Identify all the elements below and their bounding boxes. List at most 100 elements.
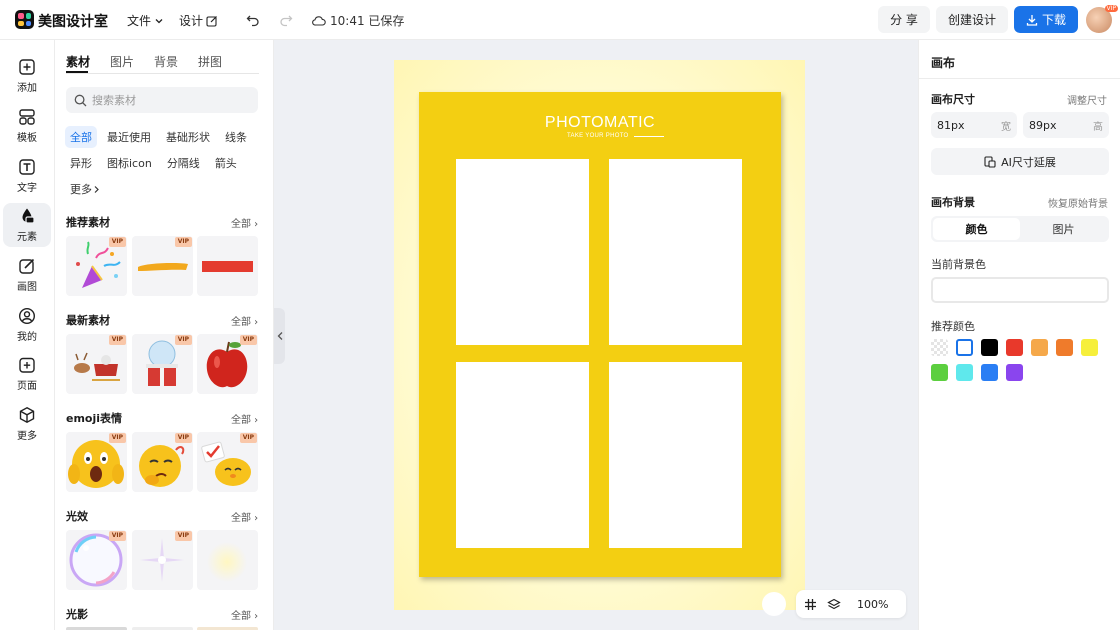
asset-sparkle-star[interactable]: VIP — [132, 530, 193, 590]
asset-reindeer-sleigh[interactable]: VIP — [66, 334, 127, 394]
vip-badge: VIP — [174, 433, 192, 443]
tab-collage[interactable]: 拼图 — [198, 53, 222, 70]
chip-irregular[interactable]: 异形 — [65, 152, 97, 174]
rail-label-more: 更多 — [17, 431, 37, 442]
rail-item-text[interactable]: 文字 — [3, 154, 51, 198]
poster-title[interactable]: PHOTOMATIC — [419, 114, 781, 132]
current-bg-color-field[interactable] — [931, 277, 1109, 303]
tab-divider — [66, 73, 259, 74]
photo-slot-4[interactable] — [609, 362, 742, 548]
soft-glow-icon — [207, 542, 247, 582]
width-value: 81px — [937, 118, 965, 132]
rail-item-draw[interactable]: 画图 — [3, 253, 51, 297]
asset-shocked-emoji[interactable]: VIP — [66, 432, 127, 492]
asset-red-brush[interactable] — [197, 236, 258, 296]
chip-icons[interactable]: 图标icon — [102, 152, 157, 174]
width-field[interactable]: 81px 宽 — [931, 112, 1017, 138]
asset-party-popper[interactable]: VIP — [66, 236, 127, 296]
poster-subtitle-text: TAKE YOUR PHOTO — [567, 133, 629, 139]
redo-button[interactable] — [277, 11, 295, 29]
asset-snow-globe-gift[interactable]: VIP — [132, 334, 193, 394]
save-status: 10:41 已保存 — [312, 12, 404, 29]
avatar[interactable]: VIP — [1086, 5, 1118, 33]
swatch-green[interactable] — [931, 364, 948, 381]
chip-all[interactable]: 全部 — [65, 126, 97, 148]
section-title-light-effects: 光效 — [66, 510, 88, 523]
search-input[interactable]: 搜索素材 — [66, 87, 258, 113]
swatch-yellow[interactable] — [1081, 339, 1098, 356]
plus-square-icon — [19, 59, 35, 75]
see-all-emoji[interactable]: 全部 › — [231, 411, 258, 426]
download-button[interactable]: 下载 — [1014, 6, 1078, 33]
rail-item-add[interactable]: 添加 — [3, 54, 51, 98]
chip-dividers[interactable]: 分隔线 — [162, 152, 205, 174]
rail-label-add: 添加 — [17, 83, 37, 94]
tab-backgrounds[interactable]: 背景 — [154, 53, 178, 70]
rail-label-text: 文字 — [17, 183, 37, 194]
asset-panel: 素材 图片 背景 拼图 搜索素材 全部 最近使用 基础形状 线条 异形 图标ic… — [55, 40, 274, 630]
see-all-light-effects[interactable]: 全部 › — [231, 509, 258, 524]
resize-link[interactable]: 调整尺寸 — [1067, 92, 1107, 107]
app-logo-icon[interactable] — [15, 10, 34, 29]
poster-design[interactable]: PHOTOMATIC TAKE YOUR PHOTO — [419, 92, 781, 577]
swatch-light-orange[interactable] — [1031, 339, 1048, 356]
poster-subtitle[interactable]: TAKE YOUR PHOTO — [567, 133, 664, 139]
swatch-red[interactable] — [1006, 339, 1023, 356]
see-all-recommended[interactable]: 全部 › — [231, 215, 258, 230]
file-menu[interactable]: 文件 — [127, 12, 164, 29]
height-field[interactable]: 89px 高 — [1023, 112, 1109, 138]
see-all-latest[interactable]: 全部 › — [231, 313, 258, 328]
chip-more[interactable]: 更多 — [65, 178, 106, 200]
swatch-transparent[interactable] — [931, 339, 948, 356]
ai-resize-button[interactable]: AI尺寸延展 — [931, 148, 1109, 175]
grid-hash-icon[interactable] — [804, 598, 817, 611]
rail-item-mine[interactable]: 我的 — [3, 303, 51, 347]
design-menu[interactable]: 设计 — [179, 12, 218, 29]
tab-images[interactable]: 图片 — [110, 53, 134, 70]
asset-thinking-emoji[interactable]: VIP — [132, 432, 193, 492]
see-all-label: 全部 — [231, 317, 251, 328]
swatch-white[interactable] — [956, 339, 973, 356]
swatch-cyan[interactable] — [956, 364, 973, 381]
red-brush-stroke-icon — [202, 261, 253, 272]
chip-recent[interactable]: 最近使用 — [102, 126, 156, 148]
asset-yellow-brush[interactable]: VIP — [132, 236, 193, 296]
asset-red-apple[interactable]: VIP — [197, 334, 258, 394]
create-design-button[interactable]: 创建设计 — [936, 6, 1008, 33]
see-all-light-shadow[interactable]: 全部 › — [231, 607, 258, 622]
asset-chick-emoji[interactable]: VIP — [197, 432, 258, 492]
rail-item-templates[interactable]: 模板 — [3, 104, 51, 148]
section-title-emoji: emoji表情 — [66, 412, 123, 425]
rail-item-more[interactable]: 更多 — [3, 402, 51, 446]
chip-lines[interactable]: 线条 — [220, 126, 252, 148]
download-icon — [1026, 14, 1038, 26]
rail-item-elements[interactable]: 元素 — [3, 203, 51, 247]
asset-bubble-ring[interactable]: VIP — [66, 530, 127, 590]
swatch-blue[interactable] — [981, 364, 998, 381]
cloud-saved-icon — [312, 15, 326, 26]
undo-button[interactable] — [244, 11, 262, 29]
canvas-bg-label: 画布背景 — [931, 196, 975, 209]
chip-arrows[interactable]: 箭头 — [210, 152, 242, 174]
tab-materials[interactable]: 素材 — [66, 53, 90, 70]
photo-slot-3[interactable] — [456, 362, 589, 548]
photo-slot-2[interactable] — [609, 159, 742, 345]
rail-item-pages[interactable]: 页面 — [3, 352, 51, 396]
zoom-level[interactable]: 100% — [857, 598, 888, 611]
seg-color[interactable]: 颜色 — [933, 218, 1020, 240]
swatch-purple[interactable] — [1006, 364, 1023, 381]
seg-image[interactable]: 图片 — [1020, 218, 1107, 240]
section-title-recommended: 推荐素材 — [66, 216, 110, 229]
photo-slot-1[interactable] — [456, 159, 589, 345]
canvas-helper-bubble[interactable] — [762, 592, 786, 616]
layers-icon[interactable] — [827, 598, 841, 611]
swatch-orange[interactable] — [1056, 339, 1073, 356]
vip-badge: VIP — [108, 335, 126, 345]
asset-soft-glow[interactable] — [197, 530, 258, 590]
share-button[interactable]: 分 享 — [878, 6, 930, 33]
chip-basic-shapes[interactable]: 基础形状 — [161, 126, 215, 148]
restore-bg-link[interactable]: 恢复原始背景 — [1048, 195, 1108, 210]
swatch-black[interactable] — [981, 339, 998, 356]
collapse-panel-button[interactable] — [274, 308, 285, 364]
edit-icon — [206, 15, 217, 27]
